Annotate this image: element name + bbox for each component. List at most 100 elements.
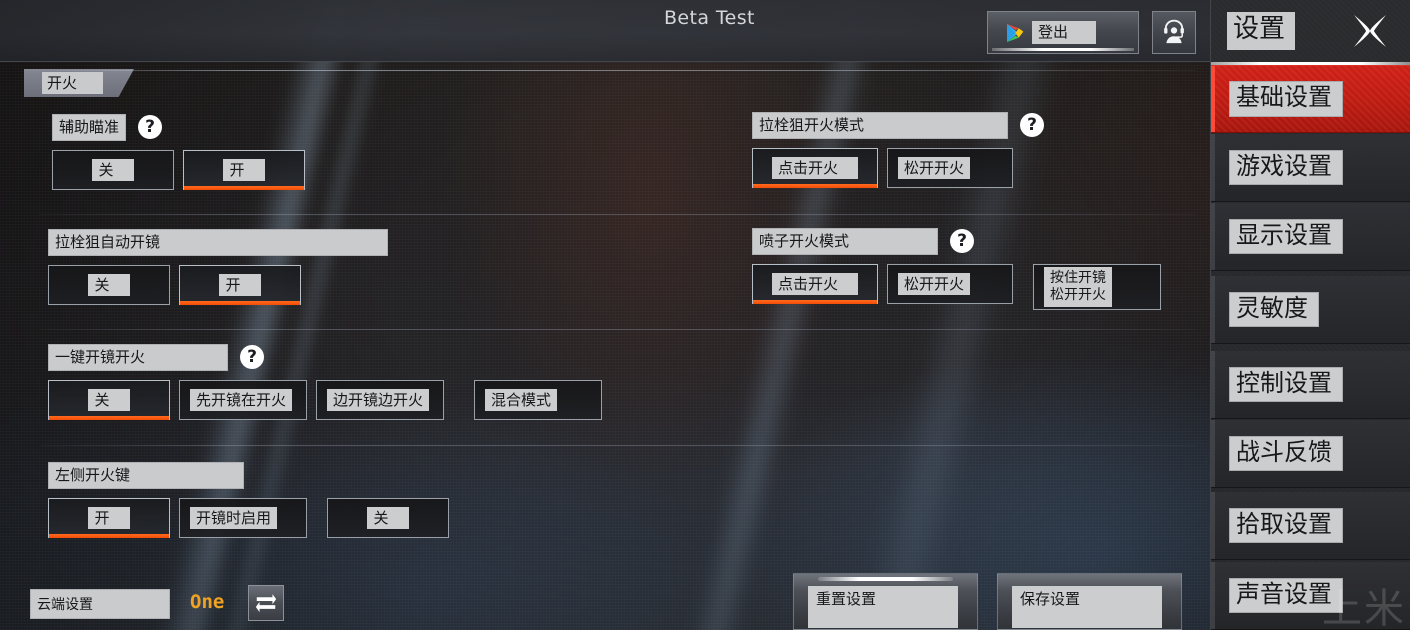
- top-bar: Beta Test 登出: [0, 0, 1210, 62]
- option-on[interactable]: 开: [48, 497, 170, 538]
- row-divider: [40, 445, 1195, 446]
- sidebar-item-label: 拾取设置: [1229, 507, 1343, 544]
- help-icon[interactable]: ?: [138, 115, 163, 140]
- option-label: 关: [88, 388, 130, 411]
- settings-screen: Beta Test 登出 开火 辅助瞄准 ? 关 开 拉栓狙自动开镜 关 开 一…: [0, 0, 1410, 630]
- option-tap-fire[interactable]: 点击开火: [752, 147, 878, 188]
- option-off[interactable]: 关: [52, 149, 174, 190]
- setting-label: 喷子开火模式: [752, 228, 938, 255]
- sidebar-item-label: 显示设置: [1229, 218, 1343, 255]
- setting-header: 喷子开火模式 ?: [752, 228, 1161, 255]
- option-label: 关: [367, 506, 409, 529]
- option-label: 开: [219, 273, 261, 296]
- option-hold-ads-release-fire[interactable]: 按住开镜 松开开火: [1033, 263, 1161, 310]
- option-label: 点击开火: [771, 272, 858, 295]
- help-icon[interactable]: ?: [1020, 113, 1044, 138]
- setting-shotgun-fire-mode: 喷子开火模式 ? 点击开火 松开开火 按住开镜 松开开火: [752, 228, 1161, 310]
- option-scope-while-fire[interactable]: 边开镜边开火: [316, 379, 444, 420]
- setting-header: 拉栓狙自动开镜: [48, 229, 388, 256]
- option-label: 混合模式: [485, 388, 558, 411]
- app-title: Beta Test: [664, 7, 755, 29]
- sidebar-item-pickup-settings[interactable]: 拾取设置: [1211, 492, 1410, 560]
- sidebar-title: 设置: [1227, 12, 1296, 50]
- setting-header: 左侧开火键: [48, 462, 449, 489]
- help-icon[interactable]: ?: [950, 229, 974, 254]
- tab-fire-label: 开火: [42, 72, 104, 94]
- sidebar-item-label: 基础设置: [1229, 81, 1343, 117]
- option-label: 边开镜边开火: [327, 388, 430, 411]
- help-icon[interactable]: ?: [240, 345, 264, 370]
- setting-aim-assist: 辅助瞄准 ? 关 开: [52, 114, 305, 190]
- sidebar-item-label: 声音设置: [1229, 577, 1343, 614]
- option-group: 关 先开镜在开火 边开镜边开火 混合模式: [48, 379, 602, 420]
- option-group: 点击开火 松开开火: [752, 147, 1044, 188]
- sidebar-item-label: 游戏设置: [1229, 149, 1343, 186]
- save-settings-button[interactable]: 保存设置: [997, 573, 1182, 630]
- option-release-fire[interactable]: 松开开火: [887, 263, 1013, 304]
- sidebar-item-sensitivity[interactable]: 灵敏度: [1211, 276, 1410, 344]
- setting-label: 辅助瞄准: [52, 114, 127, 141]
- option-scope-then-fire[interactable]: 先开镜在开火: [179, 379, 307, 420]
- option-hybrid-mode[interactable]: 混合模式: [474, 379, 602, 420]
- tab-fire[interactable]: 开火: [24, 69, 134, 97]
- close-x-icon: [1350, 15, 1390, 54]
- option-group: 开 开镜时启用 关: [48, 497, 449, 538]
- google-play-icon: [1006, 23, 1024, 43]
- sidebar-item-game-settings[interactable]: 游戏设置: [1211, 134, 1410, 202]
- sidebar-item-sound-settings[interactable]: 声音设置: [1211, 562, 1410, 630]
- settings-sidebar: 设置 基础设置 游戏设置 显示设置 灵敏度 控制设置 战斗反馈 拾取设置 声音设…: [1210, 0, 1410, 630]
- option-label: 关: [88, 273, 130, 296]
- setting-label: 一键开镜开火: [48, 344, 228, 371]
- option-on[interactable]: 开: [179, 264, 301, 305]
- setting-bolt-fire-mode: 拉栓狙开火模式 ? 点击开火 松开开火: [752, 112, 1044, 188]
- sidebar-item-display-settings[interactable]: 显示设置: [1211, 203, 1410, 271]
- support-button[interactable]: [1152, 11, 1196, 54]
- logout-button[interactable]: 登出: [987, 11, 1139, 54]
- row-divider: [40, 329, 1195, 330]
- option-off[interactable]: 关: [48, 379, 170, 420]
- option-tap-fire[interactable]: 点击开火: [752, 263, 878, 304]
- sidebar-item-label: 战斗反馈: [1229, 435, 1343, 472]
- option-enable-when-ads[interactable]: 开镜时启用: [179, 497, 307, 538]
- reset-settings-label: 重置设置: [808, 586, 958, 628]
- setting-left-fire-button: 左侧开火键 开 开镜时启用 关: [48, 462, 449, 538]
- bottom-bar: 云端设置 One 重置设置 保存设置: [0, 558, 1210, 630]
- logout-label: 登出: [1032, 20, 1097, 45]
- sidebar-item-control-settings[interactable]: 控制设置: [1211, 351, 1410, 419]
- setting-one-tap-ads-fire: 一键开镜开火 ? 关 先开镜在开火 边开镜边开火 混合模式: [48, 344, 602, 420]
- option-label: 开: [223, 158, 265, 181]
- option-group: 关 开: [52, 149, 305, 190]
- save-settings-label: 保存设置: [1012, 586, 1162, 628]
- option-label: 先开镜在开火: [190, 388, 293, 411]
- row-divider: [40, 214, 1195, 215]
- setting-header: 拉栓狙开火模式 ?: [752, 112, 1044, 139]
- cloud-settings-label[interactable]: 云端设置: [30, 589, 170, 619]
- option-on[interactable]: 开: [183, 149, 305, 190]
- setting-header: 辅助瞄准 ?: [52, 114, 305, 141]
- setting-label: 拉栓狙开火模式: [752, 112, 1008, 139]
- sidebar-item-basic-settings[interactable]: 基础设置: [1211, 65, 1410, 133]
- option-off[interactable]: 关: [48, 264, 170, 305]
- setting-header: 一键开镜开火 ?: [48, 344, 602, 371]
- swap-arrows-icon: [254, 589, 278, 617]
- option-group: 关 开: [48, 264, 388, 305]
- option-release-fire[interactable]: 松开开火: [887, 147, 1013, 188]
- option-label: 关: [92, 158, 134, 181]
- settings-content: 辅助瞄准 ? 关 开 拉栓狙自动开镜 关 开 一键开镜开火 ? 关 先开镜在开火…: [0, 98, 1210, 558]
- option-off[interactable]: 关: [327, 497, 449, 538]
- reset-settings-button[interactable]: 重置设置: [793, 573, 978, 630]
- option-label: 松开开火: [898, 272, 971, 295]
- option-label: 松开开火: [898, 156, 971, 179]
- cloud-sync-swap-button[interactable]: [248, 585, 284, 621]
- setting-label: 左侧开火键: [48, 462, 244, 489]
- headset-support-icon: [1160, 17, 1188, 49]
- close-panel-button[interactable]: [1350, 12, 1390, 50]
- sidebar-item-combat-feedback[interactable]: 战斗反馈: [1211, 420, 1410, 488]
- setting-label: 拉栓狙自动开镜: [48, 229, 388, 256]
- tab-underline: [24, 70, 1196, 71]
- option-group: 点击开火 松开开火 按住开镜 松开开火: [752, 263, 1161, 310]
- sidebar-item-label: 灵敏度: [1229, 291, 1319, 328]
- setting-bolt-auto-scope: 拉栓狙自动开镜 关 开: [48, 229, 388, 305]
- option-label: 开镜时启用: [190, 506, 278, 529]
- option-label: 按住开镜 松开开火: [1044, 266, 1112, 307]
